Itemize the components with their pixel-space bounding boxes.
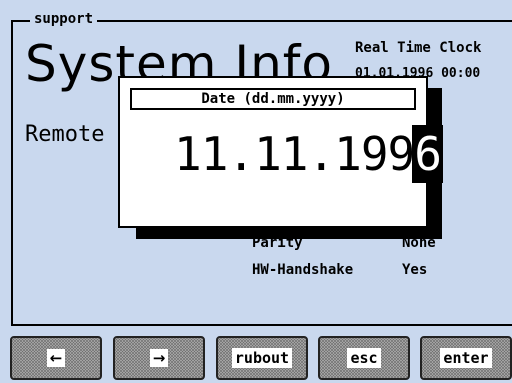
left-button[interactable]: ← bbox=[10, 336, 102, 380]
esc-button[interactable]: esc bbox=[318, 336, 410, 380]
rubout-button[interactable]: rubout bbox=[216, 336, 308, 380]
text-cursor: 6 bbox=[412, 125, 443, 183]
enter-button[interactable]: enter bbox=[420, 336, 512, 380]
hw-handshake-value: Yes bbox=[402, 262, 428, 278]
enter-label: enter bbox=[440, 348, 492, 368]
date-entry-dialog: Date (dd.mm.yyyy) 11.11.1996 bbox=[118, 76, 443, 228]
rtc-label: Real Time Clock bbox=[355, 40, 482, 56]
esc-label: esc bbox=[347, 348, 381, 368]
hw-handshake-label: HW-Handshake bbox=[252, 262, 354, 278]
softkey-bar: ← → rubout esc enter bbox=[0, 334, 512, 383]
arrow-left-icon: ← bbox=[46, 349, 66, 367]
remote-label: Remote bbox=[25, 122, 105, 147]
arrow-right-icon: → bbox=[149, 349, 169, 367]
right-button[interactable]: → bbox=[113, 336, 205, 380]
group-title: support bbox=[30, 11, 98, 27]
device-screen: support System Info Real Time Clock 01.0… bbox=[0, 0, 512, 383]
date-input-value: 11.11.199 bbox=[174, 127, 415, 181]
date-input[interactable]: 11.11.1996 bbox=[174, 125, 443, 183]
dialog-title: Date (dd.mm.yyyy) bbox=[130, 88, 416, 110]
rubout-label: rubout bbox=[231, 348, 293, 368]
